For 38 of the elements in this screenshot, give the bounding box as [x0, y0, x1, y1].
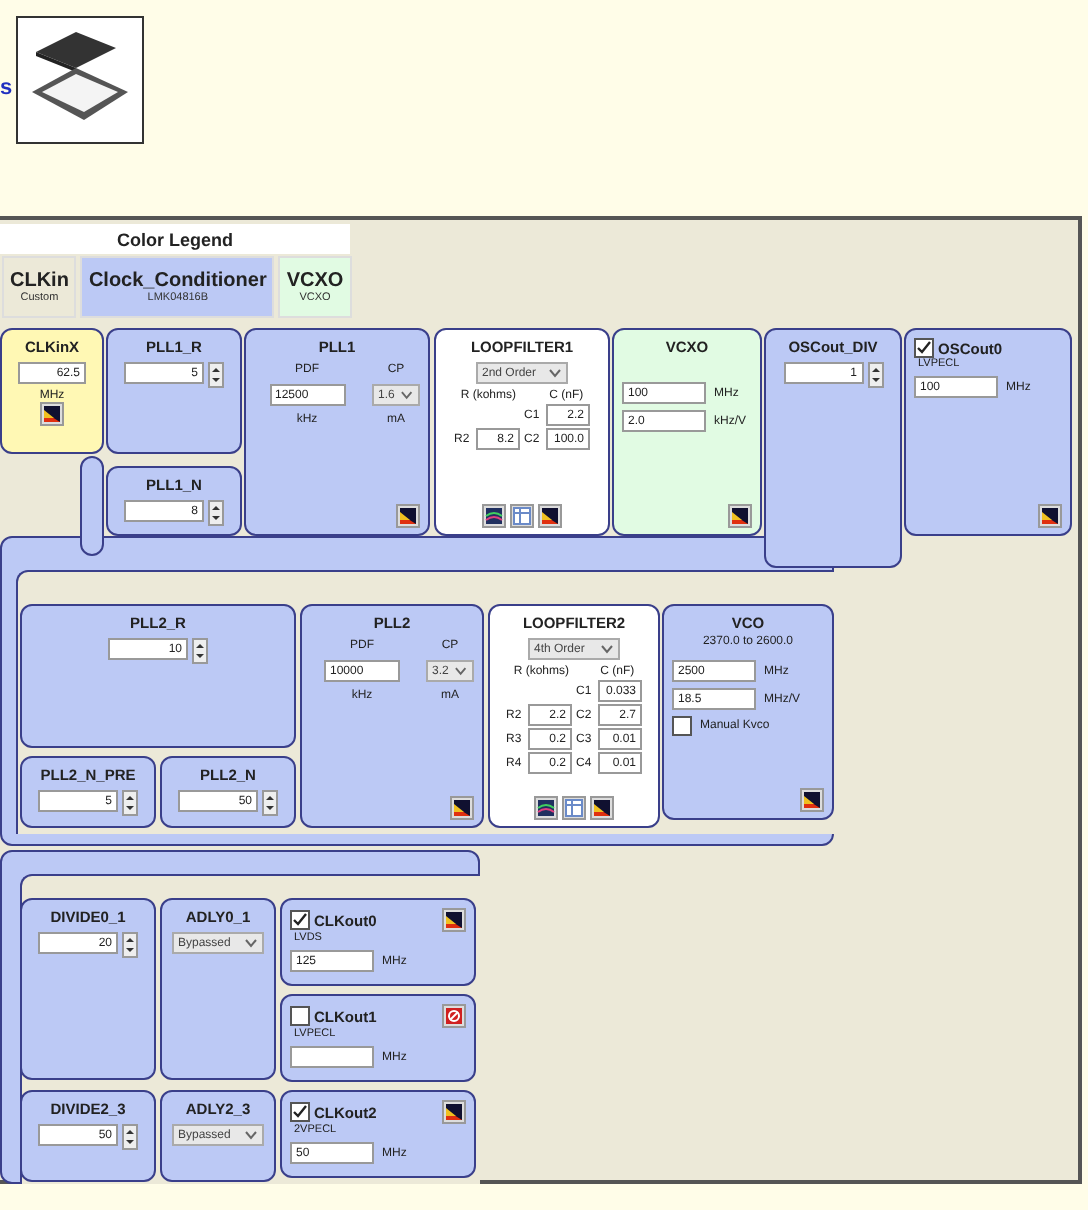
checkbox[interactable]	[672, 716, 692, 736]
caret-icon	[244, 1130, 258, 1140]
spin-button[interactable]	[122, 790, 138, 816]
checkbox[interactable]	[290, 1006, 310, 1026]
checkbox[interactable]	[290, 1102, 310, 1122]
spin-button[interactable]	[208, 500, 224, 526]
chart-icon[interactable]	[1038, 504, 1062, 528]
cut-text: s	[0, 76, 13, 100]
legend-title: Color Legend	[115, 228, 235, 254]
legend-label: CLKin	[10, 270, 69, 292]
legend-label: Clock_Conditioner	[88, 270, 267, 292]
spin-button[interactable]	[122, 932, 138, 958]
colormap-icon[interactable]	[482, 504, 506, 528]
spin-button[interactable]	[208, 362, 224, 388]
caret-icon	[400, 390, 414, 400]
chart-icon[interactable]	[538, 504, 562, 528]
chart-icon[interactable]	[396, 504, 420, 528]
chip-drawing	[16, 16, 144, 144]
chart-icon[interactable]	[800, 788, 824, 812]
chart-icon[interactable]	[442, 908, 466, 932]
caret-icon	[548, 368, 562, 378]
spin-button[interactable]	[867, 362, 883, 388]
caret-icon	[454, 666, 468, 676]
checkbox[interactable]	[290, 910, 310, 930]
legend-label: VCXO	[286, 270, 344, 292]
spin-button[interactable]	[262, 790, 278, 816]
colormap-icon[interactable]	[534, 796, 558, 820]
caret-icon	[600, 644, 614, 654]
spin-button[interactable]	[122, 1124, 138, 1150]
chart-icon[interactable]	[442, 1100, 466, 1124]
caret-icon	[244, 938, 258, 948]
chart-icon[interactable]	[590, 796, 614, 820]
chart-icon[interactable]	[40, 402, 64, 426]
chart-icon[interactable]	[728, 504, 752, 528]
checkbox[interactable]	[914, 338, 934, 358]
spin-button[interactable]	[192, 638, 208, 664]
chart-icon[interactable]	[450, 796, 474, 820]
frequency-field[interactable]	[290, 1046, 374, 1068]
